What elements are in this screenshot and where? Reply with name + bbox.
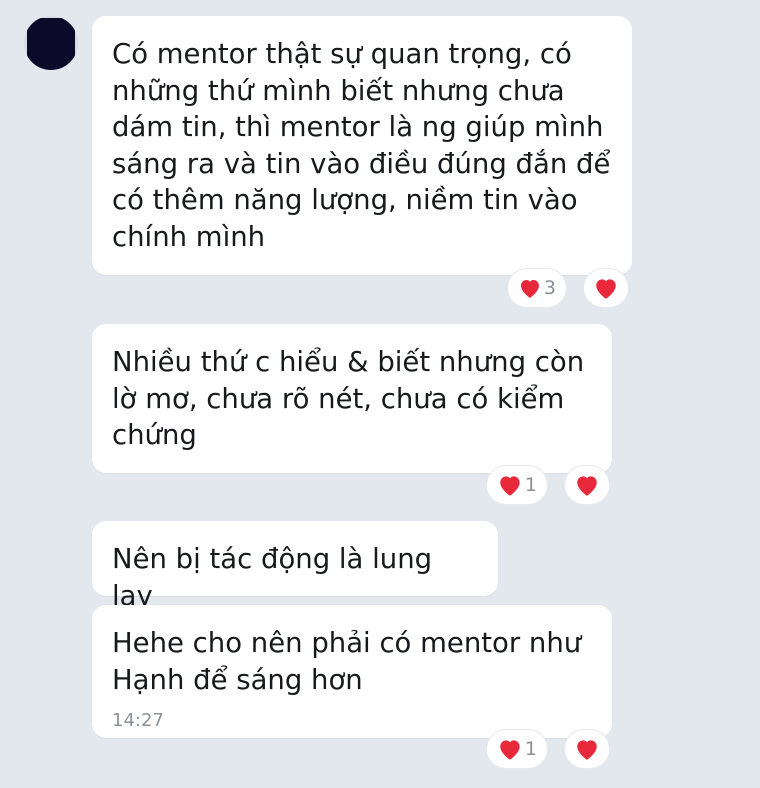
reaction-count: 1 bbox=[524, 474, 537, 496]
message-bubble[interactable]: Có mentor thật sự quan trọng, có những t… bbox=[92, 16, 632, 275]
message-text: Có mentor thật sự quan trọng, có những t… bbox=[112, 38, 611, 253]
heart-icon bbox=[596, 279, 616, 299]
message-bubble[interactable]: Nhiều thứ c hiểu & biết nhưng còn lờ mơ,… bbox=[92, 324, 612, 473]
message-bubble[interactable]: Nên bị tác động là lung lay bbox=[92, 521, 498, 612]
reaction-count: 3 bbox=[543, 277, 556, 299]
avatar[interactable] bbox=[24, 16, 78, 70]
message-text: Hehe cho nên phải có mentor như Hạnh để … bbox=[112, 627, 582, 696]
message-text: Nên bị tác động là lung lay bbox=[112, 543, 433, 612]
heart-icon bbox=[520, 280, 539, 298]
message-text: Nhiều thứ c hiểu & biết nhưng còn lờ mơ,… bbox=[112, 346, 585, 451]
avatar-redaction bbox=[27, 18, 75, 70]
reaction-count-badge[interactable]: 1 bbox=[486, 465, 548, 505]
reaction-count: 1 bbox=[524, 738, 537, 760]
heart-icon bbox=[500, 476, 520, 496]
chat-thread: Có mentor thật sự quan trọng, có những t… bbox=[0, 0, 760, 788]
heart-icon bbox=[500, 740, 520, 760]
react-button[interactable] bbox=[564, 729, 610, 769]
message-bubble[interactable]: Hehe cho nên phải có mentor như Hạnh để … bbox=[92, 605, 612, 738]
heart-icon bbox=[577, 740, 597, 760]
heart-icon bbox=[577, 476, 597, 496]
react-button[interactable] bbox=[564, 465, 610, 505]
react-button[interactable] bbox=[583, 268, 629, 308]
reaction-count-badge[interactable]: 1 bbox=[486, 729, 548, 769]
reaction-count-badge[interactable]: 3 bbox=[507, 268, 567, 308]
